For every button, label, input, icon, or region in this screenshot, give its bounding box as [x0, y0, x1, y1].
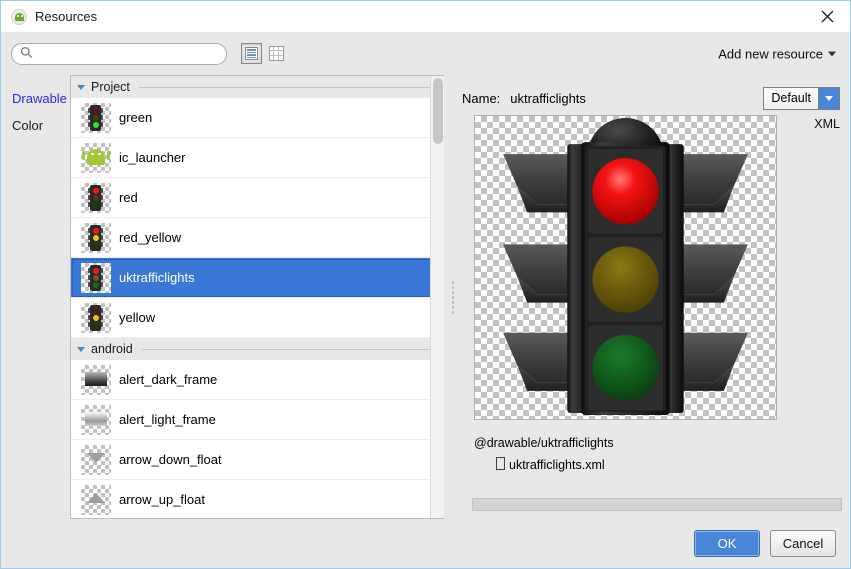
android-studio-icon — [11, 8, 27, 25]
list-item[interactable]: arrow_up_float — [71, 480, 444, 518]
list-item[interactable]: red_yellow — [71, 218, 444, 258]
resource-details-panel: Name: uktrafficlights Default XML @drawa… — [462, 75, 850, 519]
list-item-label: ic_launcher — [119, 150, 186, 165]
alert-light-frame-icon — [81, 404, 111, 435]
list-item[interactable]: yellow — [71, 298, 444, 338]
list-view-icon — [245, 47, 258, 60]
group-header-android[interactable]: android — [71, 338, 444, 360]
scrollbar-thumb[interactable] — [433, 78, 443, 144]
splitter-grip-icon — [451, 280, 455, 314]
list-item[interactable]: alert_dark_frame — [71, 360, 444, 400]
file-icon — [496, 457, 505, 470]
list-item[interactable]: red — [71, 178, 444, 218]
traffic-light-yellow-icon — [81, 302, 111, 333]
resource-list-scrollbar[interactable] — [430, 76, 444, 518]
search-icon — [20, 46, 33, 62]
arrow-up-float-icon — [81, 484, 111, 515]
list-item-label: alert_light_frame — [119, 412, 216, 427]
resource-list-panel: Project green ic_launcher red red_yellow… — [70, 75, 444, 519]
panel-splitter[interactable] — [444, 75, 462, 519]
divider — [138, 86, 440, 88]
grid-view-button[interactable] — [266, 43, 287, 64]
group-label: Project — [91, 80, 130, 94]
list-item-label: arrow_up_float — [119, 492, 205, 507]
search-field[interactable] — [11, 42, 227, 65]
arrow-down-float-icon — [81, 444, 111, 475]
cancel-button[interactable]: Cancel — [770, 530, 836, 557]
view-mode-toggle — [241, 43, 287, 64]
name-label: Name: — [462, 90, 501, 106]
ok-button[interactable]: OK — [694, 530, 760, 557]
traffic-light-red-icon — [81, 182, 111, 213]
resource-type-tabs: Drawable Color — [1, 75, 70, 519]
android-robot-icon — [81, 142, 111, 173]
alert-dark-frame-icon — [81, 364, 111, 395]
traffic-light-preview — [503, 118, 748, 415]
toolbar: Add new resource — [1, 32, 850, 75]
resource-list[interactable]: Project green ic_launcher red red_yellow… — [71, 76, 444, 518]
preview-area: XML — [462, 109, 850, 420]
list-item-label: green — [119, 110, 153, 125]
dialog-footer: OK Cancel — [1, 519, 850, 568]
sidebar-item-color[interactable]: Color — [1, 112, 70, 139]
name-value: uktrafficlights — [510, 90, 586, 106]
resource-file-row[interactable]: uktrafficlights.xml — [474, 454, 850, 476]
list-item[interactable]: ic_launcher — [71, 138, 444, 178]
chevron-down-icon[interactable] — [818, 87, 839, 109]
collapse-triangle-icon[interactable] — [77, 84, 85, 90]
traffic-light-green-icon — [81, 102, 111, 133]
traffic-light-icon — [81, 262, 111, 293]
list-item-uktrafficlights[interactable]: uktrafficlights — [71, 258, 444, 298]
list-item-label: alert_dark_frame — [119, 372, 218, 387]
list-item[interactable]: green — [71, 98, 444, 138]
list-item-label: uktrafficlights — [119, 270, 195, 285]
resource-preview — [474, 115, 777, 420]
list-item-label: red — [119, 190, 138, 205]
qualifier-value: Default — [764, 87, 818, 109]
list-view-button[interactable] — [241, 43, 262, 64]
grid-view-icon — [269, 46, 284, 61]
resource-file-label: uktrafficlights.xml — [509, 458, 605, 472]
group-label: android — [91, 342, 133, 356]
divider — [141, 348, 440, 350]
resources-dialog: Resources Add new resource Drawable Colo… — [0, 0, 851, 569]
file-type-label: XML — [814, 117, 840, 131]
add-new-resource-dropdown[interactable]: Add new resource — [718, 46, 836, 61]
title-bar: Resources — [1, 1, 850, 32]
list-item[interactable]: arrow_down_float — [71, 440, 444, 480]
collapse-triangle-icon[interactable] — [77, 346, 85, 352]
traffic-light-red-yellow-icon — [81, 222, 111, 253]
group-header-project[interactable]: Project — [71, 76, 444, 98]
window-title: Resources — [35, 9, 98, 24]
chevron-down-icon — [828, 51, 836, 56]
sidebar-item-drawable[interactable]: Drawable — [1, 85, 70, 112]
qualifier-dropdown[interactable]: Default — [763, 86, 840, 110]
dialog-body: Drawable Color Project green ic_launcher… — [1, 75, 850, 519]
resource-reference: @drawable/uktrafficlights — [474, 436, 614, 450]
list-item-label: yellow — [119, 310, 156, 325]
search-input[interactable] — [38, 46, 218, 61]
list-item-label: red_yellow — [119, 230, 182, 245]
list-item-label: arrow_down_float — [119, 452, 222, 467]
close-icon[interactable] — [804, 1, 850, 31]
preview-horizontal-scrollbar[interactable] — [472, 498, 842, 511]
name-row: Name: uktrafficlights Default — [462, 75, 850, 110]
list-item[interactable]: alert_light_frame — [71, 400, 444, 440]
add-new-resource-label: Add new resource — [718, 46, 823, 61]
resource-references: @drawable/uktrafficlights uktrafficlight… — [474, 432, 850, 476]
